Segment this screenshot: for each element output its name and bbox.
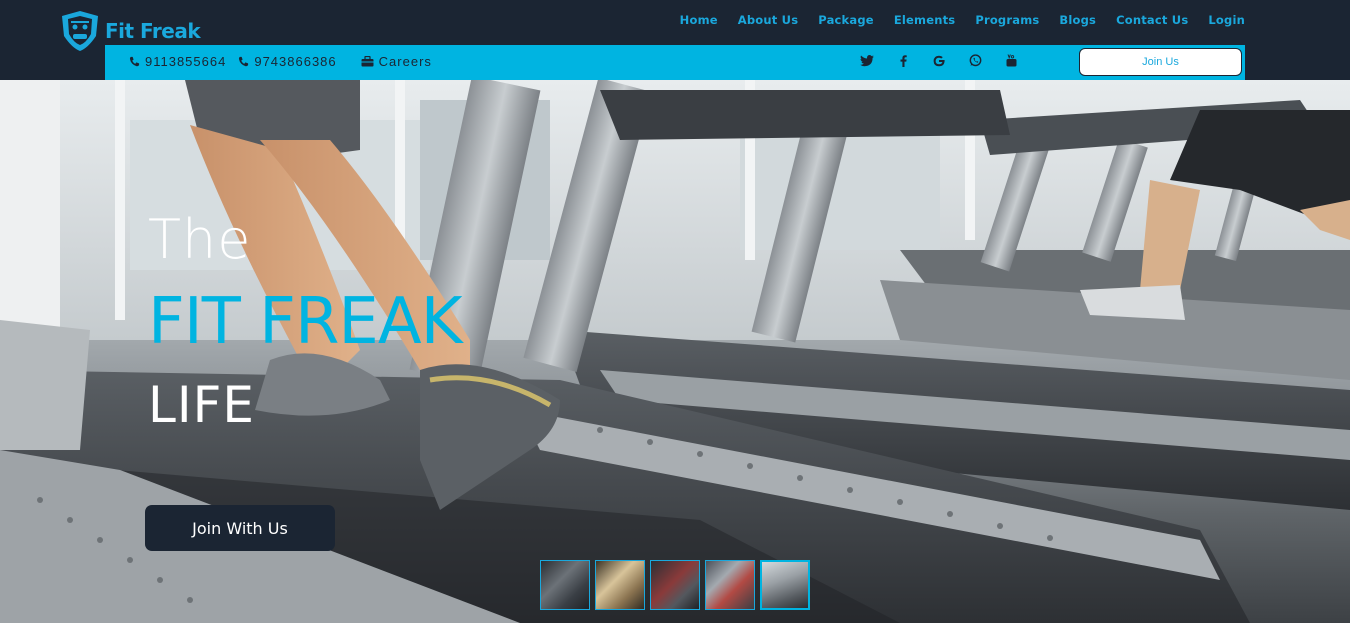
nav-about-us[interactable]: About Us [738,13,799,27]
phone-2-number: 9743866386 [254,54,337,69]
social-links [849,54,1029,67]
gym-equipment-thumb[interactable] [595,560,645,610]
careers-label: Careers [378,54,432,69]
nav-login[interactable]: Login [1208,13,1245,27]
hero-line-fit-freak: FIT FREAK [148,285,463,359]
nav-package[interactable]: Package [818,13,874,27]
phone-icon [129,56,140,67]
gym-interior-thumb[interactable] [540,560,590,610]
brand-name: Fit Freak [105,19,201,43]
join-with-us-button[interactable]: Join With Us [145,505,335,551]
weights-thumb[interactable] [705,560,755,610]
facebook-icon[interactable] [885,54,921,67]
nav-contact-us[interactable]: Contact Us [1116,13,1188,27]
gorilla-shield-icon [62,11,98,51]
nav-elements[interactable]: Elements [894,13,956,27]
youtube-icon[interactable] [993,54,1029,67]
phone-1[interactable]: 9113855664 [129,54,226,69]
contact-info: 9113855664 9743866386 Careers [129,54,444,69]
nav-home[interactable]: Home [680,13,718,27]
phone-1-number: 9113855664 [145,54,227,69]
google-icon[interactable] [921,55,957,67]
contact-bar: 9113855664 9743866386 Careers Join Us [105,45,1245,80]
phone-icon [239,56,249,67]
treadmill-thumb[interactable] [760,560,810,610]
hero-banner: The FIT FREAK LIFE Join With Us [0,80,1350,623]
gym-red-room-thumb[interactable] [650,560,700,610]
careers-link[interactable]: Careers [361,54,432,69]
hero-line-the: The [148,208,252,271]
briefcase-icon [361,56,374,67]
nav-programs[interactable]: Programs [975,13,1039,27]
twitter-icon[interactable] [849,54,885,67]
phone-2[interactable]: 9743866386 [238,54,336,69]
main-nav: Home About Us Package Elements Programs … [660,13,1245,27]
slider-thumbnails [540,560,810,610]
nav-blogs[interactable]: Blogs [1059,13,1096,27]
hero-line-life: LIFE [148,376,255,434]
site-header: Fit Freak Home About Us Package Elements… [0,0,1350,80]
whatsapp-icon[interactable] [957,54,993,67]
join-us-button[interactable]: Join Us [1079,48,1242,76]
